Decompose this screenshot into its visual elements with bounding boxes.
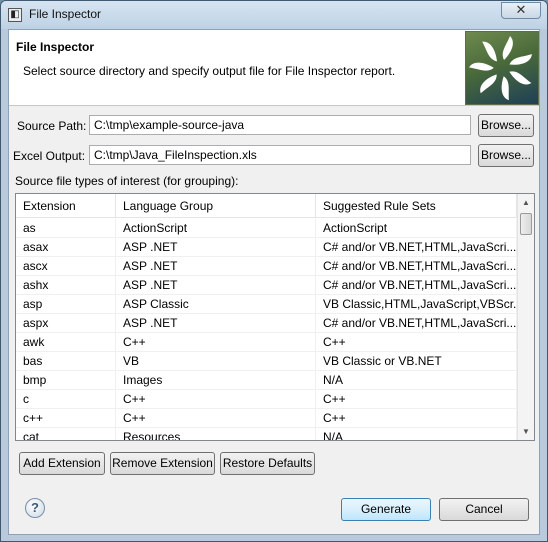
extension-cell: bmp — [16, 371, 116, 390]
excel-output-browse-button[interactable]: Browse... — [478, 144, 534, 167]
rule-sets-cell: N/A — [316, 371, 517, 390]
table-row[interactable]: ashx ASP .NET C# and/or VB.NET,HTML,JavaSc… — [16, 276, 517, 295]
rule-sets-cell: VB Classic or VB.NET — [316, 352, 517, 371]
title-bar[interactable]: ◧ File Inspector ✕ — [1, 1, 547, 29]
extension-cell: aspx — [16, 314, 116, 333]
table-row[interactable]: bmp Images N/A — [16, 371, 517, 390]
language-group-cell: VB — [116, 352, 316, 371]
table-row[interactable]: aspx ASP .NET C# and/or VB.NET,HTML,JavaSc… — [16, 314, 517, 333]
app-icon: ◧ — [8, 8, 22, 22]
help-icon[interactable]: ? — [25, 498, 45, 518]
table-vertical-scrollbar[interactable]: ▲ ▼ — [517, 194, 534, 440]
language-group-cell: ASP Classic — [116, 295, 316, 314]
table-row[interactable]: c++ C++ C++ — [16, 409, 517, 428]
extension-cell: asax — [16, 238, 116, 257]
dialog-body: File Inspector Select source directory a… — [8, 29, 540, 535]
language-group-cell: ASP .NET — [116, 238, 316, 257]
file-types-label: Source file types of interest (for group… — [15, 174, 239, 188]
table-row[interactable]: as ActionScript ActionScript — [16, 219, 517, 238]
scroll-down-arrow-icon[interactable]: ▼ — [518, 423, 534, 440]
file-inspector-window: ◧ File Inspector ✕ File Inspector Select… — [0, 0, 548, 542]
extension-cell: cat — [16, 428, 116, 440]
source-path-label: Source Path: — [17, 119, 87, 133]
extension-cell: c — [16, 390, 116, 409]
rule-sets-cell: C++ — [316, 409, 517, 428]
file-types-table[interactable]: Extension Language Group Suggested Rule … — [15, 193, 535, 441]
table-row[interactable]: asp ASP Classic VB Classic,HTML,JavaScript… — [16, 295, 517, 314]
rule-sets-cell: C++ — [316, 390, 517, 409]
language-group-cell: ASP .NET — [116, 276, 316, 295]
language-group-cell: Images — [116, 371, 316, 390]
extension-cell: bas — [16, 352, 116, 371]
source-path-input[interactable]: C:\tmp\example-source-java — [89, 115, 471, 135]
extension-cell: ashx — [16, 276, 116, 295]
scroll-up-arrow-icon[interactable]: ▲ — [518, 194, 534, 211]
table-row[interactable]: asax ASP .NET C# and/or VB.NET,HTML,JavaSc… — [16, 238, 517, 257]
column-header-language-group[interactable]: Language Group — [116, 194, 316, 218]
excel-output-label: Excel Output: — [13, 149, 86, 163]
table-header: Extension Language Group Suggested Rule … — [16, 194, 517, 218]
banner-title: File Inspector — [16, 40, 95, 54]
extension-cell: awk — [16, 333, 116, 352]
add-extension-button[interactable]: Add Extension — [19, 452, 105, 475]
language-group-cell: Resources — [116, 428, 316, 440]
header-banner: File Inspector Select source directory a… — [9, 30, 539, 106]
source-path-browse-button[interactable]: Browse... — [478, 114, 534, 137]
table-body: as ActionScript ActionScript asax ASP .NET C… — [16, 219, 517, 440]
language-group-cell: C++ — [116, 390, 316, 409]
excel-output-input[interactable]: C:\tmp\Java_FileInspection.xls — [89, 145, 471, 165]
language-group-cell: ActionScript — [116, 219, 316, 238]
rule-sets-cell: ActionScript — [316, 219, 517, 238]
language-group-cell: C++ — [116, 409, 316, 428]
rule-sets-cell: C# and/or VB.NET,HTML,JavaScri... — [316, 238, 517, 257]
restore-defaults-button[interactable]: Restore Defaults — [220, 452, 315, 475]
scroll-thumb[interactable] — [520, 213, 532, 235]
rule-sets-cell: C# and/or VB.NET,HTML,JavaScri... — [316, 276, 517, 295]
table-row[interactable]: awk C++ C++ — [16, 333, 517, 352]
rule-sets-cell: C++ — [316, 333, 517, 352]
cancel-button[interactable]: Cancel — [439, 498, 529, 521]
language-group-cell: C++ — [116, 333, 316, 352]
extension-cell: c++ — [16, 409, 116, 428]
table-row[interactable]: ascx ASP .NET C# and/or VB.NET,HTML,JavaSc… — [16, 257, 517, 276]
table-row[interactable]: cat Resources N/A — [16, 428, 517, 440]
extension-cell: ascx — [16, 257, 116, 276]
table-row[interactable]: bas VB VB Classic or VB.NET — [16, 352, 517, 371]
language-group-cell: ASP .NET — [116, 257, 316, 276]
banner-description: Select source directory and specify outp… — [23, 64, 396, 78]
extension-cell: as — [16, 219, 116, 238]
window-title: File Inspector — [29, 7, 102, 21]
remove-extension-button[interactable]: Remove Extension — [110, 452, 215, 475]
table-row[interactable]: c C++ C++ — [16, 390, 517, 409]
extension-cell: asp — [16, 295, 116, 314]
language-group-cell: ASP .NET — [116, 314, 316, 333]
pinwheel-logo-icon — [465, 31, 539, 105]
column-header-extension[interactable]: Extension — [16, 194, 116, 218]
rule-sets-cell: N/A — [316, 428, 517, 440]
rule-sets-cell: C# and/or VB.NET,HTML,JavaScri... — [316, 314, 517, 333]
column-header-suggested-rule-sets[interactable]: Suggested Rule Sets — [316, 194, 517, 218]
close-button[interactable]: ✕ — [501, 2, 541, 19]
generate-button[interactable]: Generate — [341, 498, 431, 521]
rule-sets-cell: VB Classic,HTML,JavaScript,VBScr... — [316, 295, 517, 314]
rule-sets-cell: C# and/or VB.NET,HTML,JavaScri... — [316, 257, 517, 276]
